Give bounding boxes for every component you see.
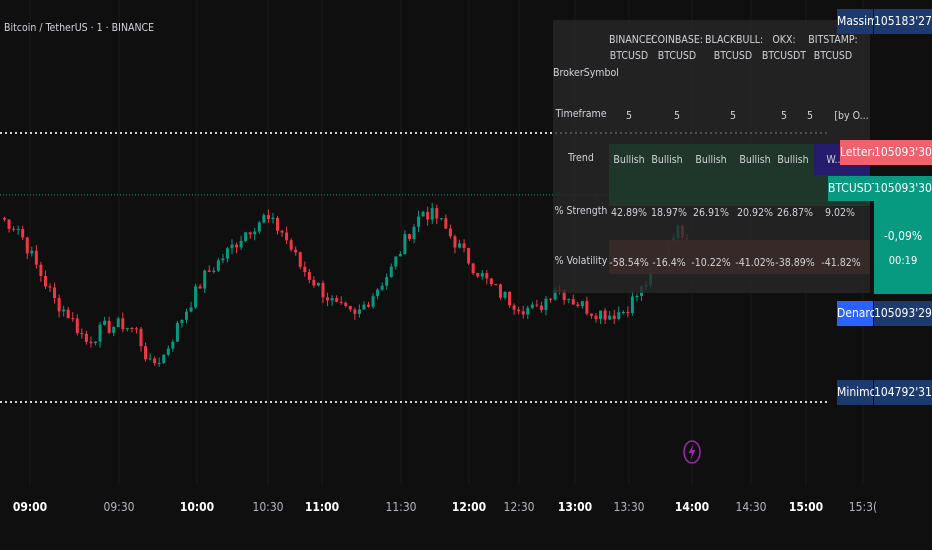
broker-name-4: OKX: — [772, 34, 796, 46]
strength-5: 26.87% — [776, 207, 813, 219]
last-symbol-label: BTCUSDT — [828, 176, 879, 201]
candle — [244, 231, 248, 243]
candle — [498, 283, 502, 300]
time-tick-label: 10:00 — [179, 500, 215, 514]
volatility-extra: -41.82% — [821, 257, 861, 269]
strength-3: 26.91% — [692, 207, 729, 219]
timeframe-3: 5 — [729, 110, 736, 122]
symbol-title[interactable]: Bitcoin / TetherUS · 1 · BINANCE — [4, 22, 154, 34]
broker-symbol-2: BTCUSD — [657, 50, 697, 62]
trend-1: Bullish — [613, 154, 645, 166]
strength-extra: 9.02% — [825, 207, 855, 219]
strength-4: 20.92% — [736, 207, 773, 219]
header-label: BrokerSymbol — [553, 67, 619, 79]
time-tick-label: 12:00 — [451, 500, 487, 514]
last-price-box: 105093'301 -0,09% 00:19 — [874, 176, 932, 294]
volatility-3: -10.22% — [691, 257, 731, 269]
time-tick-label: 09:30 — [103, 500, 135, 514]
timeframe-2: 5 — [673, 110, 680, 122]
low-value: 104792'314 — [874, 380, 932, 405]
broker-name-2: COINBASE: — [651, 34, 703, 46]
high-value: 105183'272 — [874, 9, 932, 34]
high-label: Massimo — [837, 9, 884, 34]
time-tick-label: 14:30 — [735, 500, 767, 514]
volatility-5: -38.89% — [775, 257, 815, 269]
candle — [194, 283, 198, 309]
time-tick-label: 15:3( — [848, 500, 878, 514]
timeframe-1: 5 — [625, 110, 632, 122]
broker-name-3: BLACKBULL: — [705, 34, 764, 46]
timeframe-label: Timeframe — [555, 108, 607, 120]
trend-4: Bullish — [739, 154, 771, 166]
time-tick-label: 09:00 — [12, 500, 48, 514]
volatility-4: -41.02% — [735, 257, 775, 269]
time-tick-label: 13:30 — [613, 500, 645, 514]
candle — [175, 320, 179, 342]
bid-label: Denaro — [837, 301, 876, 326]
candle — [467, 247, 471, 266]
candle — [298, 251, 302, 270]
broker-symbol-5: BTCUSD — [813, 50, 853, 62]
volatility-2: -16.4% — [652, 257, 686, 269]
strength-label: % Strength — [554, 205, 608, 217]
trend-2: Bullish — [651, 154, 683, 166]
time-tick-label: 13:00 — [557, 500, 593, 514]
trend-3: Bullish — [695, 154, 727, 166]
timeframe-5: 5 — [806, 110, 813, 122]
broker-name-1: BINANCE: — [609, 34, 655, 46]
bid-value: 105093'298 — [874, 301, 932, 326]
last-change: -0,09% — [883, 229, 923, 243]
time-tick-label: 11:00 — [304, 500, 340, 514]
broker-symbol-1: BTCUSD — [609, 50, 649, 62]
last-value: 105093'301 — [874, 181, 932, 195]
ask-label: Lettera — [840, 140, 879, 165]
time-tick-label: 11:30 — [385, 500, 417, 514]
low-label: Minimo — [837, 380, 876, 405]
strength-2: 18.97% — [650, 207, 687, 219]
time-tick-label: 15:00 — [788, 500, 824, 514]
ask-value: 105093'301 — [874, 140, 932, 165]
trend-label: Trend — [568, 152, 594, 164]
lightning-icon[interactable] — [681, 437, 703, 467]
broker-symbol-4: BTCUSDT — [761, 50, 807, 62]
broker-trend-table: BrokerSymbol Timeframe Trend % Strength … — [553, 20, 870, 293]
broker-symbol-3: BTCUSD — [713, 50, 753, 62]
candle — [162, 354, 166, 364]
time-tick-label: 12:30 — [503, 500, 535, 514]
broker-name-5: BITSTAMP: — [808, 34, 858, 46]
bar-countdown: 00:19 — [888, 254, 918, 267]
time-tick-label: 10:30 — [252, 500, 284, 514]
time-tick-label: 14:00 — [674, 500, 710, 514]
volatility-label: % Volatility — [554, 255, 608, 267]
strength-1: 42.89% — [610, 207, 647, 219]
timeframe-extra: [by O... — [834, 110, 869, 122]
trend-5: Bullish — [777, 154, 809, 166]
volatility-1: -58.54% — [609, 257, 649, 269]
